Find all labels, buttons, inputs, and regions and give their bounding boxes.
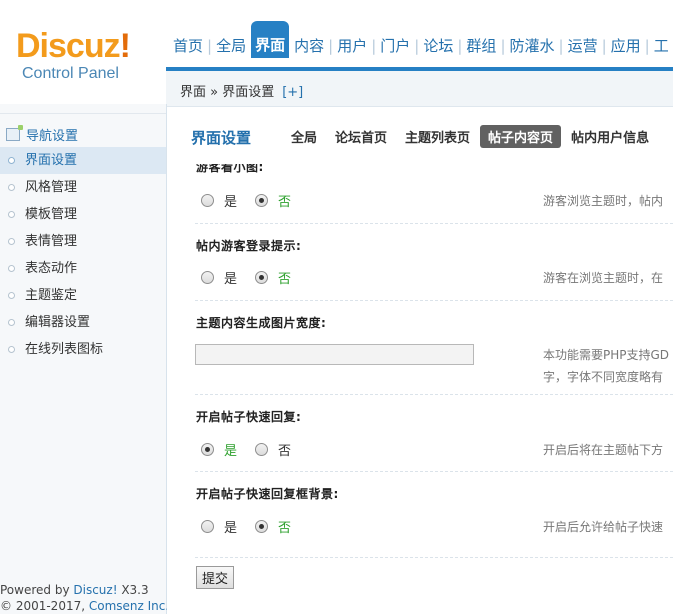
radio-no[interactable] [255,271,269,284]
radio-yes[interactable] [201,271,214,284]
sidebar-item-thread-stamps[interactable]: 主题鉴定 [0,282,166,309]
nav-item-groups[interactable]: 群组 [463,34,499,58]
nav-item-forum[interactable]: 论坛 [420,34,456,58]
nav-separator: | [457,37,463,55]
sidebar-item-online-list-icons[interactable]: 在线列表图标 [0,336,166,363]
nav-separator: | [207,37,213,55]
edit-icon [6,125,23,141]
radio-group-quick-reply-bg: 是 否 [201,517,309,536]
radio-no-label: 否 [278,521,292,536]
nav-item-operations[interactable]: 运营 [565,34,601,58]
radio-yes[interactable] [201,443,214,456]
row-divider [195,223,673,225]
image-width-input[interactable] [195,344,474,365]
nav-separator: | [414,37,420,55]
nav-separator: | [644,37,650,55]
nav-separator: | [558,37,564,55]
radio-yes-label: 是 [224,195,238,210]
sidebar-header-label: 导航设置 [26,129,79,144]
nav-separator: | [500,37,506,55]
setting-title: 开启帖子快速回复框背景: [196,487,339,501]
main-content: 界面设置 全局 论坛首页 主题列表页 帖子内容页 帖内用户信息 游客看小图: 是… [167,107,673,614]
sidebar-item-reaction-actions[interactable]: 表态动作 [0,255,166,282]
radio-yes-label: 是 [224,521,238,536]
sidebar-item-interface-settings[interactable]: 界面设置 [0,147,166,174]
radio-group-quick-reply: 是 否 [201,440,309,459]
tab-forum-home[interactable]: 论坛首页 [327,125,395,148]
radio-yes[interactable] [201,520,214,533]
radio-no-label: 否 [278,195,292,210]
breadcrumb-path: 界面 » 界面设置 [180,85,275,100]
nav-separator: | [328,37,334,55]
nav-item-content[interactable]: 内容 [291,34,327,58]
nav-separator: | [601,37,607,55]
tab-global[interactable]: 全局 [283,125,325,148]
radio-yes[interactable] [201,194,214,207]
sidebar-divider [0,113,166,114]
nav-item-home[interactable]: 首页 [170,34,206,58]
nav-item-tools[interactable]: 工 [651,34,672,58]
sidebar-item-smiley-management[interactable]: 表情管理 [0,228,166,255]
nav-item-apps[interactable]: 应用 [608,34,644,58]
radio-group-guest-thumbnail: 是 否 [201,191,309,210]
submit-button[interactable]: 提交 [196,566,235,589]
nav-item-interface[interactable]: 界面 [251,21,290,58]
setting-title: 开启帖子快速回复: [196,410,302,424]
sidebar-footer: Powered by Discuz! X3.3 © 2001-2017, Com… [0,582,169,614]
tab-post-user-info[interactable]: 帖内用户信息 [563,125,657,148]
nav-item-portal[interactable]: 门户 [377,34,413,58]
setting-title: 游客看小图: [196,160,264,174]
radio-no-label: 否 [278,272,292,287]
row-divider [195,394,673,396]
setting-tip: 开启后将在主题帖下方 [543,443,664,457]
setting-tip-line2: 字，字体不同宽度略有 [543,370,664,384]
copyright: © 2001-2017, Comsenz Inc. [0,599,170,613]
top-nav-items: 首页 | 全局 界面 内容 | 用户 | 门户 | 论坛 | 群组 | 防灌水 | 运营 | 应… [170,21,672,58]
tab-post-content[interactable]: 帖子内容页 [480,125,562,148]
radio-yes-label: 是 [224,444,238,459]
radio-yes-label: 是 [224,272,238,287]
sidebar-header[interactable]: 导航设置 [6,125,78,144]
row-divider [195,557,673,559]
comsenz-link[interactable]: Comsenz Inc. [89,599,169,613]
logo-subtitle: Control Panel [22,65,119,82]
logo[interactable]: Discuz! Control Panel [0,8,166,104]
nav-item-global[interactable]: 全局 [213,34,249,58]
setting-tip: 开启后允许给帖子快速 [543,520,664,534]
sidebar-item-editor-settings[interactable]: 编辑器设置 [0,309,166,336]
sidebar-item-style-management[interactable]: 风格管理 [0,174,166,201]
logo-wordmark: Discuz! [16,27,131,65]
sidebar-menu: 界面设置 风格管理 模板管理 表情管理 表态动作 主题鉴定 编辑器设置 在线列表… [0,147,166,363]
row-divider [195,471,673,473]
setting-title: 帖内游客登录提示: [196,239,302,253]
breadcrumb-bar: 界面 » 界面设置 [+] [166,71,673,107]
breadcrumb: 界面 » 界面设置 [+] [180,81,303,100]
row-divider [195,300,673,302]
nav-separator: | [371,37,377,55]
tab-thread-list[interactable]: 主题列表页 [397,125,478,148]
nav-item-antispam[interactable]: 防灌水 [507,34,558,58]
page-title: 界面设置 [191,129,252,147]
radio-group-guest-login-tip: 是 否 [201,268,309,287]
radio-no[interactable] [255,520,269,533]
nav-item-users[interactable]: 用户 [334,34,370,58]
radio-no[interactable] [255,194,269,207]
setting-tip: 本功能需要PHP支持GD [543,348,670,362]
setting-tip: 游客在浏览主题时，在 [543,271,664,285]
settings-tabs: 全局 论坛首页 主题列表页 帖子内容页 帖内用户信息 [283,125,659,148]
discuz-link[interactable]: Discuz! [73,583,117,597]
setting-tip: 游客浏览主题时，帖内 [543,194,664,208]
breadcrumb-toggle[interactable]: [+] [282,85,303,100]
radio-no-label: 否 [278,444,292,459]
powered-by: Powered by Discuz! X3.3 [0,583,149,597]
sidebar-item-template-management[interactable]: 模板管理 [0,201,166,228]
setting-title: 主题内容生成图片宽度: [196,316,327,330]
radio-no[interactable] [255,443,269,456]
